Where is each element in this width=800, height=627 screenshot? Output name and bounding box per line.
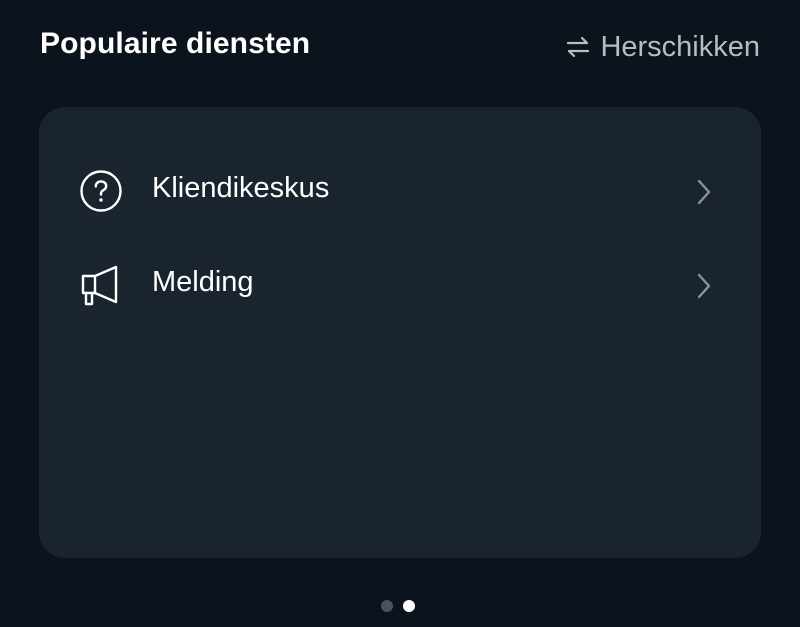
reorder-button[interactable]: Herschikken <box>566 28 760 66</box>
megaphone-icon <box>79 263 123 307</box>
chevron-right-icon <box>695 272 713 300</box>
question-circle-icon <box>79 169 123 213</box>
service-item-kliendikeskus[interactable]: Kliendikeskus <box>39 148 761 234</box>
page-dot-1[interactable] <box>381 599 393 612</box>
services-card: Kliendikeskus Melding <box>39 107 761 558</box>
service-label: Kliendikeskus <box>152 172 330 204</box>
service-label: Melding <box>152 266 254 298</box>
section-title: Populaire diensten <box>40 27 311 60</box>
swap-arrows-icon <box>566 36 590 58</box>
page-dot-2[interactable] <box>403 599 415 612</box>
chevron-right-icon <box>695 178 713 206</box>
page-indicator <box>381 599 425 612</box>
reorder-label: Herschikken <box>600 30 760 63</box>
section-header: Populaire diensten Herschikken <box>0 0 800 94</box>
service-item-melding[interactable]: Melding <box>39 242 761 328</box>
